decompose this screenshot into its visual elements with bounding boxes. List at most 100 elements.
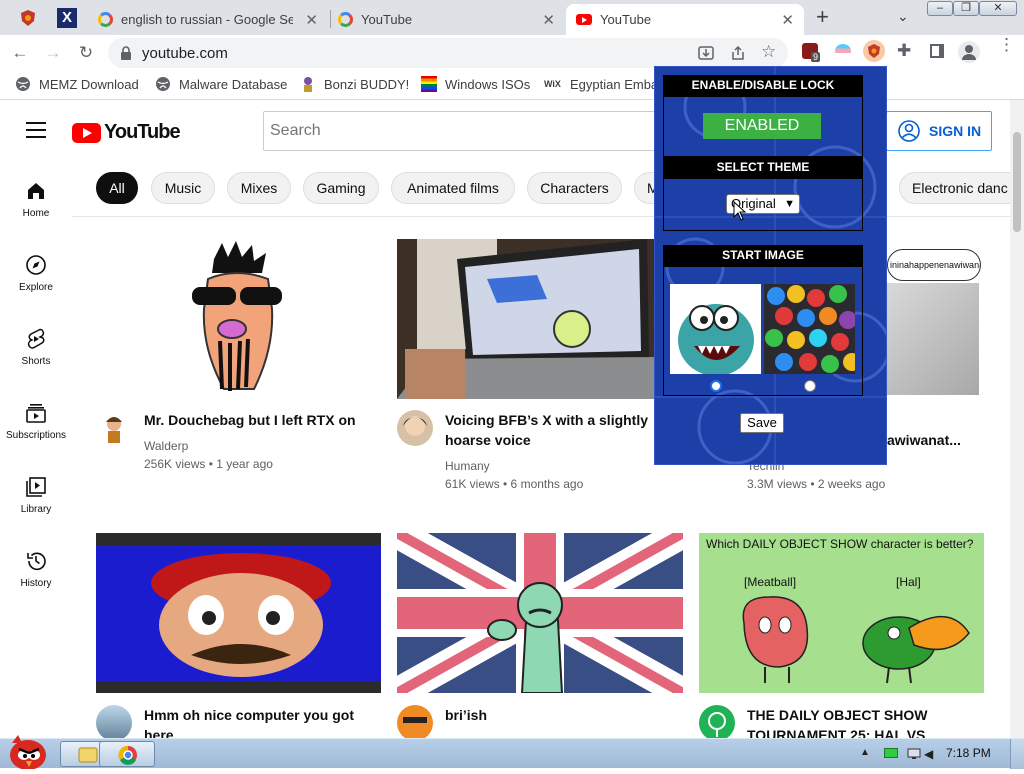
nav-shorts[interactable]: Shorts xyxy=(0,328,72,367)
network-icon[interactable] xyxy=(907,747,921,759)
lock-extension-button[interactable] xyxy=(863,40,885,62)
close-icon[interactable]: ✕ xyxy=(542,11,555,29)
video-thumbnail[interactable] xyxy=(397,239,683,399)
extension-tab-icon[interactable] xyxy=(18,8,38,28)
nav-label: Home xyxy=(22,208,50,219)
chrome-icon xyxy=(118,745,137,765)
channel-avatar[interactable] xyxy=(96,705,132,740)
video-thumbnail[interactable] xyxy=(397,533,683,693)
channel-avatar[interactable] xyxy=(397,705,433,740)
start-image-option-monster[interactable] xyxy=(670,284,761,374)
bookmark-bonzi[interactable]: Bonzi BUDDY! xyxy=(300,76,409,92)
wix-icon: WiX xyxy=(544,79,561,89)
nav-history[interactable]: History xyxy=(0,550,72,589)
nav-label: Explore xyxy=(19,282,53,293)
union-jack-thumbnail-art xyxy=(397,533,683,693)
nav-explore[interactable]: Explore xyxy=(0,254,72,293)
page-scrollbar[interactable] xyxy=(1010,100,1024,740)
minimize-button[interactable]: – xyxy=(927,1,953,16)
google-icon xyxy=(338,12,353,27)
video-title[interactable]: Mr. Douchebag but I left RTX on xyxy=(144,410,384,430)
video-title[interactable]: THE DAILY OBJECT SHOW TOURNAMENT 25: HAL… xyxy=(747,705,977,740)
nav-subscriptions[interactable]: Subscriptions xyxy=(0,402,72,441)
angry-bird-start-icon xyxy=(10,735,46,770)
youtube-icon xyxy=(576,12,592,28)
chevron-down-icon: ▼ xyxy=(784,198,795,210)
close-icon[interactable]: ✕ xyxy=(781,11,794,29)
reload-button[interactable]: ↻ xyxy=(75,42,97,64)
share-icon[interactable] xyxy=(730,45,746,61)
maximize-button[interactable]: ❐ xyxy=(953,1,979,16)
video-thumbnail[interactable]: ininahappenenawiwanatin xyxy=(887,239,983,399)
address-bar[interactable]: youtube.com ☆ xyxy=(108,38,788,68)
start-button[interactable] xyxy=(2,733,48,770)
close-window-button[interactable]: ✕ xyxy=(979,1,1017,16)
nav-home[interactable]: Home xyxy=(0,180,72,219)
forward-button[interactable]: → xyxy=(42,42,64,64)
save-button[interactable]: Save xyxy=(740,413,784,433)
video-title[interactable]: bri’ish xyxy=(445,705,685,725)
show-hidden-icons-button[interactable]: ▲ xyxy=(860,747,870,758)
video-title[interactable]: Voicing BFB’s X with a slightly hoarse v… xyxy=(445,410,655,450)
start-image-radio-1[interactable] xyxy=(710,380,722,392)
video-title[interactable]: awiwanat... xyxy=(887,430,987,450)
home-icon xyxy=(28,183,44,199)
tab-youtube-active[interactable]: YouTube ✕ xyxy=(566,4,804,35)
library-icon xyxy=(26,477,46,497)
profile-avatar-icon[interactable] xyxy=(958,41,980,63)
chip-mixes[interactable]: Mixes xyxy=(227,172,291,204)
x-tab-icon[interactable]: X xyxy=(57,8,77,28)
chip-gaming[interactable]: Gaming xyxy=(303,172,379,204)
battery-icon[interactable] xyxy=(884,748,898,758)
chip-all[interactable]: All xyxy=(96,172,138,204)
channel-avatar[interactable] xyxy=(397,410,433,446)
trans-flag-extension-icon[interactable] xyxy=(835,44,851,58)
search-input[interactable] xyxy=(264,112,662,150)
bookmark-windows-isos[interactable]: Windows ISOs xyxy=(421,76,530,92)
channel-avatar[interactable] xyxy=(699,705,735,740)
chip-animated-films[interactable]: Animated films xyxy=(391,172,515,204)
chip-electronic-dance[interactable]: Electronic danc xyxy=(899,172,1024,204)
video-thumbnail[interactable] xyxy=(96,239,381,399)
volume-icon[interactable]: ◀ xyxy=(924,747,933,761)
bookmark-star-icon[interactable]: ☆ xyxy=(761,42,776,62)
start-image-radio-2[interactable] xyxy=(804,380,816,392)
video-thumbnail[interactable] xyxy=(96,533,381,693)
tab-youtube[interactable]: YouTube ✕ xyxy=(328,4,565,35)
new-tab-button[interactable]: + xyxy=(816,4,829,30)
ublock-icon[interactable]: 9 xyxy=(802,43,821,62)
install-icon[interactable] xyxy=(698,45,714,61)
chip-characters[interactable]: Characters xyxy=(527,172,622,204)
taskbar-chrome-button[interactable] xyxy=(99,741,155,767)
bookmark-egyptian[interactable]: WiX Egyptian Emba xyxy=(544,76,658,92)
channel-name[interactable]: Walderp xyxy=(144,437,188,455)
logo-text: YouTube xyxy=(104,121,181,143)
hamburger-menu-icon[interactable] xyxy=(26,122,46,138)
channel-avatar[interactable] xyxy=(96,410,132,446)
extensions-puzzle-icon[interactable]: ✚ xyxy=(897,41,911,61)
back-button[interactable]: ← xyxy=(9,42,31,64)
video-title[interactable]: Hmm oh nice computer you got here xyxy=(144,705,364,740)
search-box xyxy=(263,111,663,151)
start-image-option-marbles[interactable] xyxy=(764,284,855,374)
close-icon[interactable]: ✕ xyxy=(305,11,318,29)
clock[interactable]: 7:18 PM xyxy=(946,746,991,760)
lock-toggle-button[interactable]: ENABLED xyxy=(703,113,821,139)
bookmark-malware-db[interactable]: Malware Database xyxy=(155,76,287,92)
nav-library[interactable]: Library xyxy=(0,476,72,515)
youtube-logo[interactable]: YouTube xyxy=(72,121,181,144)
theme-section-header: SELECT THEME xyxy=(663,157,863,178)
video-thumbnail[interactable]: Which DAILY OBJECT SHOW character is bet… xyxy=(699,533,984,693)
tab-google-translate[interactable]: english to russian - Google Se ✕ xyxy=(88,4,328,35)
bookmark-memz[interactable]: MEMZ Download xyxy=(15,76,139,92)
channel-name[interactable]: Humany xyxy=(445,457,490,475)
tab-search-button[interactable]: ⌄ xyxy=(897,8,909,25)
nav-label: Shorts xyxy=(21,356,51,367)
bonzi-icon xyxy=(300,76,316,92)
side-panel-icon[interactable] xyxy=(930,44,944,58)
sign-in-button[interactable]: SIGN IN xyxy=(886,111,992,151)
scrollbar-thumb[interactable] xyxy=(1013,132,1021,232)
chrome-menu-icon[interactable]: ⋮ xyxy=(998,36,1015,53)
show-desktop-button[interactable] xyxy=(1010,739,1024,769)
chip-music[interactable]: Music xyxy=(151,172,215,204)
